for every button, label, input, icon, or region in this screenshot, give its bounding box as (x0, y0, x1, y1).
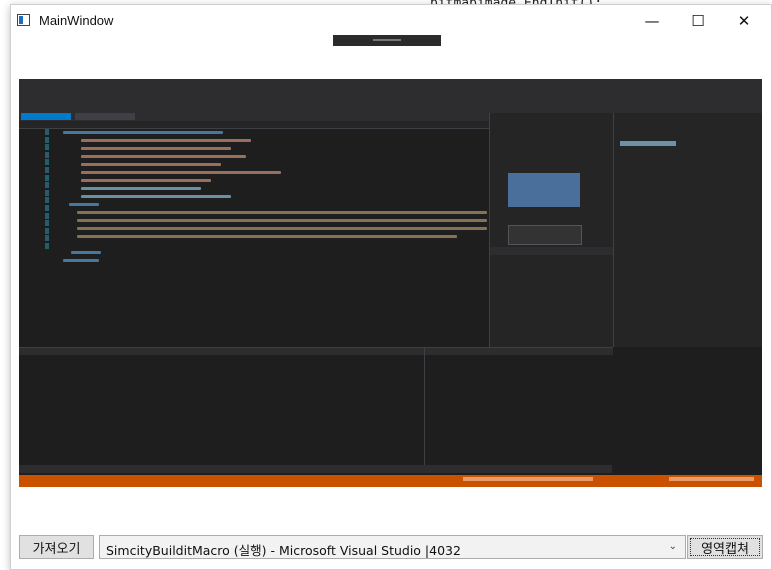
captured-solution-item (620, 141, 676, 146)
window-title: MainWindow (39, 13, 114, 28)
captured-code-line (81, 139, 251, 142)
captured-status-text (669, 477, 754, 481)
captured-code-line (81, 179, 211, 182)
window-select-value: SimcityBuilditMacro (실행) - Microsoft Vis… (106, 543, 461, 558)
window-app-icon (17, 14, 30, 26)
minimize-button[interactable]: — (629, 5, 675, 37)
captured-code-line (69, 203, 99, 206)
captured-tab-active (21, 113, 71, 120)
region-capture-button[interactable]: 영역캡쳐 (687, 535, 763, 559)
captured-code-line (77, 211, 487, 214)
captured-editor-nav (19, 121, 489, 129)
captured-code-line (71, 251, 101, 254)
captured-code-line (81, 187, 201, 190)
captured-code-line (63, 131, 223, 134)
captured-bottom-tabs (19, 465, 612, 473)
captured-editor-tabs (19, 113, 489, 121)
chevron-down-icon[interactable]: ⌄ (669, 541, 677, 552)
captured-status-text (463, 477, 593, 481)
close-button[interactable]: ✕ (721, 5, 767, 37)
captured-output-header (19, 348, 424, 355)
captured-diagnostics-tabs (490, 247, 614, 255)
captured-code-line (81, 155, 246, 158)
window-select-dropdown[interactable]: SimcityBuilditMacro (실행) - Microsoft Vis… (99, 535, 686, 559)
captured-status-bar (19, 475, 762, 487)
captured-menubar (19, 79, 762, 101)
captured-code-line (81, 163, 221, 166)
captured-code-line (81, 171, 281, 174)
main-window: MainWindow — ☐ ✕ 가져오기 SimcityBuilditMacr… (10, 4, 772, 570)
captured-code-line (81, 195, 231, 198)
captured-line-numbers (33, 129, 53, 251)
title-bar[interactable]: MainWindow — ☐ ✕ (11, 5, 771, 37)
captured-diagnostics-panel (489, 113, 614, 347)
captured-output-panel (19, 347, 424, 473)
captured-tab-inactive (75, 113, 135, 120)
captured-code-line (81, 147, 231, 150)
captured-cpu-graph (508, 225, 582, 245)
captured-code-line (77, 235, 457, 238)
captured-solution-explorer (613, 113, 762, 347)
captured-code-editor (19, 121, 489, 347)
captured-code-line (77, 227, 487, 230)
drag-handle[interactable] (333, 35, 441, 46)
captured-call-stack-panel (424, 347, 613, 473)
captured-memory-graph (508, 173, 580, 207)
captured-screen-preview (19, 79, 762, 487)
captured-code-line (77, 219, 487, 222)
maximize-button[interactable]: ☐ (675, 5, 721, 37)
fetch-button[interactable]: 가져오기 (19, 535, 94, 559)
captured-call-stack-header (425, 348, 613, 355)
captured-code-line (63, 259, 99, 262)
captured-toolbar (19, 101, 762, 113)
